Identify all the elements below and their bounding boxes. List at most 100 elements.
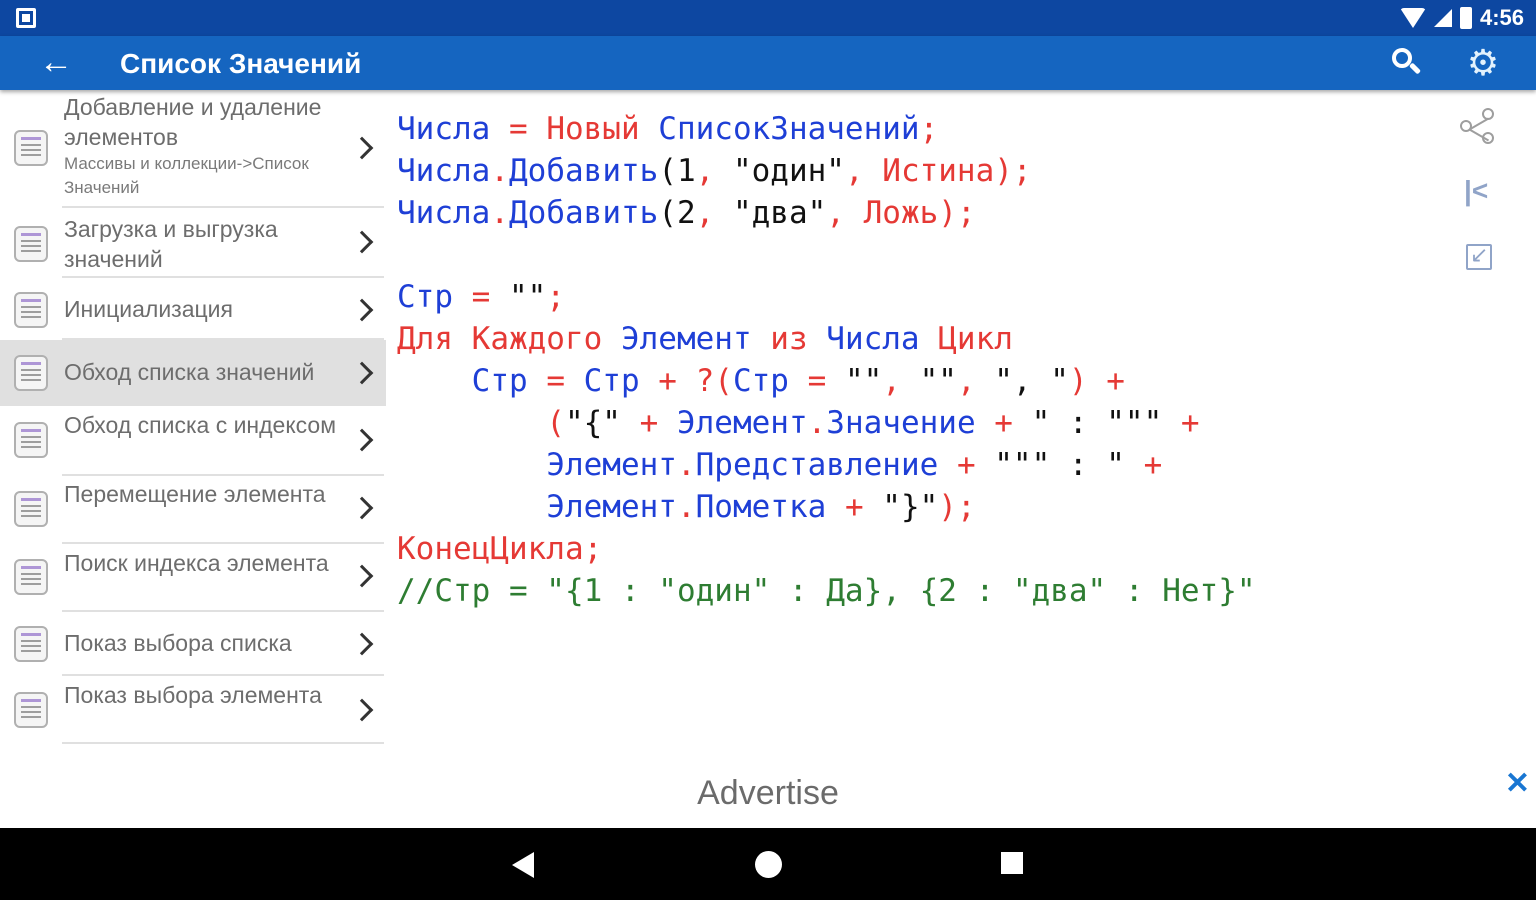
code-token: Стр: [471, 363, 547, 399]
code-token: Элемент: [546, 447, 677, 483]
nav-home-icon[interactable]: [755, 851, 782, 878]
code-token: .: [490, 195, 509, 231]
code-token: "один": [732, 153, 845, 189]
topics-sidebar: Добавление и удаление элементов Массивы …: [0, 90, 386, 750]
code-token: =: [807, 363, 845, 399]
chevron-right-icon: [350, 230, 374, 254]
code-token: Представление: [695, 447, 957, 483]
status-icons: 4:56: [1399, 4, 1524, 32]
code-token: "}": [882, 489, 939, 525]
close-icon[interactable]: ✕: [1505, 766, 1530, 801]
code-token: + ?: [658, 363, 715, 399]
code-token: Для: [397, 321, 472, 357]
document-icon: [14, 422, 48, 458]
sidebar-item-label: Показ выбора элемента: [64, 682, 322, 708]
share-icon[interactable]: [1458, 106, 1498, 146]
chevron-right-icon: [350, 361, 374, 385]
sidebar-item-label: Добавление и удаление элементов: [64, 94, 322, 150]
code-line: Стр = "";: [397, 276, 1457, 318]
code-token: Элемент: [546, 489, 677, 525]
code-token: ;: [583, 531, 603, 567]
code-token: " : """: [1031, 405, 1181, 441]
code-line: Числа.Добавить(1, "один", Истина);: [397, 150, 1457, 192]
code-token: Элемент: [676, 405, 808, 441]
code-token: +: [956, 447, 995, 483]
sidebar-item-label: Загрузка и выгрузка значений: [64, 216, 278, 272]
document-icon: [14, 292, 48, 328]
code-line: Стр = Стр + ?(Стр = "", "", ", ") +: [397, 360, 1457, 402]
advert-text: Advertise: [697, 774, 839, 812]
chevron-right-icon: [350, 564, 374, 588]
skip-to-start-icon[interactable]: |<: [1464, 176, 1498, 206]
chevron-right-icon: [350, 496, 374, 520]
code-token: );: [994, 153, 1032, 189]
code-line: Элемент.Представление + """ : " +: [397, 444, 1457, 486]
code-token: ;: [546, 279, 565, 315]
document-icon: [14, 355, 48, 391]
code-token: .: [676, 447, 696, 483]
sidebar-item-label: Обход списка с индексом: [64, 412, 337, 438]
sidebar-item-iterate-index[interactable]: Обход списка с индексом: [0, 406, 386, 476]
code-token: +: [844, 489, 883, 525]
code-token: .: [676, 489, 696, 525]
sidebar-item-init[interactable]: Инициализация: [0, 278, 386, 340]
code-token: СписокЗначений: [658, 111, 920, 147]
code-token: """ : ": [994, 447, 1144, 483]
code-token: =: [508, 111, 547, 147]
code-token: =: [471, 279, 509, 315]
sidebar-item-add-remove[interactable]: Добавление и удаление элементов Массивы …: [0, 90, 386, 208]
code-token: ;: [919, 111, 939, 147]
code-token: +: [1180, 405, 1200, 441]
chevron-right-icon: [350, 632, 374, 656]
code-line: Для Каждого Элемент из Числа Цикл: [397, 318, 1457, 360]
sidebar-item-label: Обход списка значений: [64, 359, 315, 385]
arrow-left-icon[interactable]: ←: [36, 44, 76, 82]
status-time: 4:56: [1479, 5, 1524, 30]
code-token: Каждого: [471, 321, 621, 357]
code-token: "{": [564, 405, 640, 441]
code-line: Числа = Новый СписокЗначений;: [397, 108, 1457, 150]
sidebar-item-label: Поиск индекса элемента: [64, 550, 329, 576]
code-token: "": [508, 279, 547, 315]
page-title: Список Значений: [120, 48, 362, 79]
nav-recent-icon[interactable]: [1001, 852, 1023, 874]
code-token: Добавить: [509, 153, 659, 189]
sidebar-item-move[interactable]: Перемещение элемента: [0, 476, 386, 544]
sidebar-item-iterate[interactable]: Обход списка значений: [0, 340, 386, 406]
code-token: Истина: [882, 153, 995, 189]
sidebar-item-choose-list[interactable]: Показ выбора списка: [0, 612, 386, 676]
collapse-icon[interactable]: [1466, 242, 1492, 270]
code-token: ,: [695, 153, 733, 189]
search-icon[interactable]: [1386, 44, 1426, 82]
signal-icon: [1433, 9, 1452, 27]
chevron-right-icon: [350, 136, 374, 160]
code-token: Стр: [583, 363, 659, 399]
document-icon: [14, 559, 48, 595]
advert-banner[interactable]: Advertise ✕: [0, 766, 1536, 828]
code-token: Числа: [397, 195, 491, 231]
sidebar-item-choose-element[interactable]: Показ выбора элемента: [0, 676, 386, 744]
code-token: Стр: [732, 363, 808, 399]
code-token: //Стр = "{1 : "один" : Да}, {2 : "два" :…: [397, 573, 1256, 609]
nav-back-icon[interactable]: [512, 852, 534, 878]
sidebar-item-load-unload[interactable]: Загрузка и выгрузка значений: [0, 208, 386, 278]
sidebar-item-find-index[interactable]: Поиск индекса элемента: [0, 544, 386, 612]
divider: [62, 742, 384, 744]
sidebar-item-label: Показ выбора списка: [64, 630, 292, 656]
gear-icon[interactable]: ⚙: [1462, 42, 1504, 84]
code-token: +: [1143, 447, 1163, 483]
code-token: из: [770, 321, 827, 357]
code-token: (1: [658, 153, 696, 189]
battery-icon: [1459, 7, 1472, 29]
code-view: Числа = Новый СписокЗначений; Числа.Добав…: [397, 108, 1457, 612]
code-line: ("{" + Элемент.Значение + " : """ +: [397, 402, 1457, 444]
code-token: Числа: [397, 111, 509, 147]
code-token: Добавить: [509, 195, 659, 231]
sidebar-item-label: Инициализация: [64, 296, 233, 322]
code-token: "": [844, 363, 883, 399]
code-line: КонецЦикла;: [397, 528, 1457, 570]
chevron-right-icon: [350, 298, 374, 322]
